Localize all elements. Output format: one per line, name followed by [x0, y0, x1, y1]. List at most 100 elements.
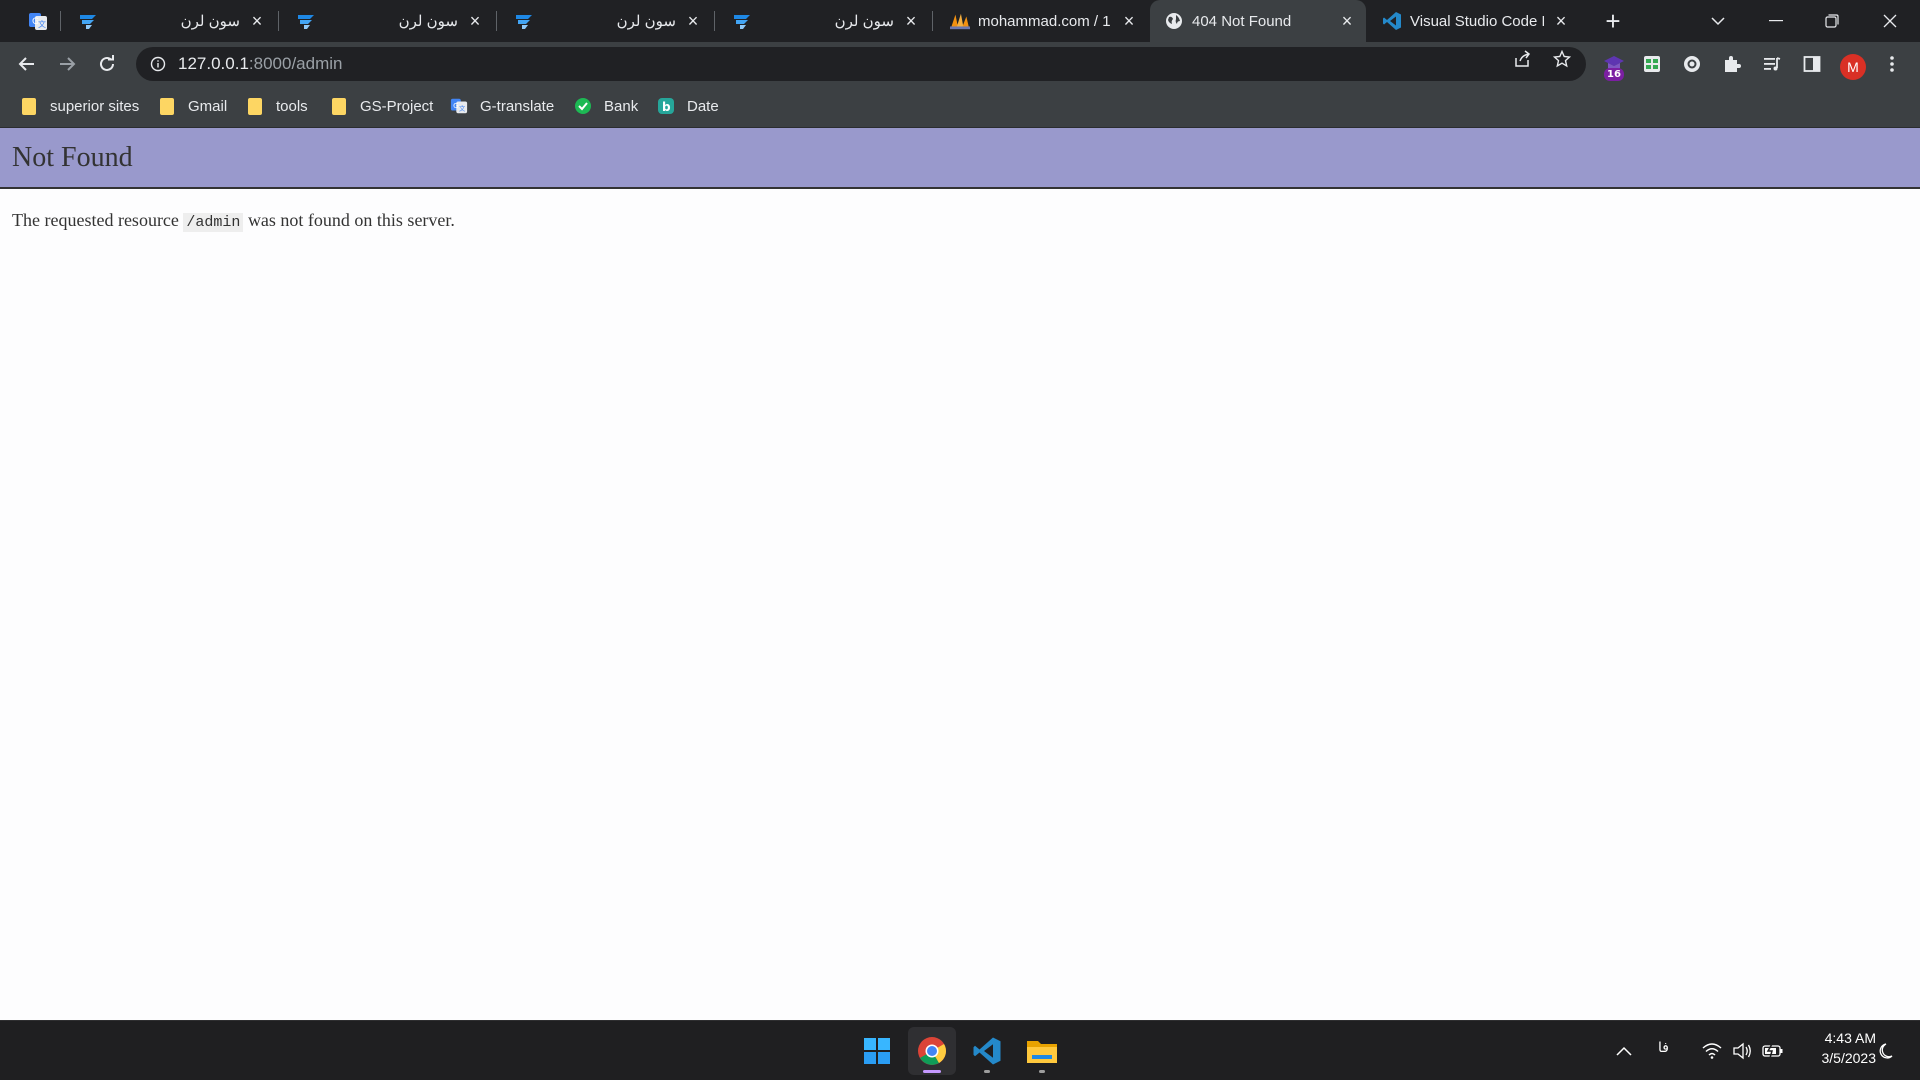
chrome-menu-button[interactable]	[1880, 52, 1904, 76]
extension-badge: 16	[1604, 68, 1624, 81]
info-icon[interactable]	[148, 54, 168, 74]
clock-time: 4:43 AM	[1824, 1030, 1876, 1046]
reload-button[interactable]	[91, 48, 123, 80]
close-icon[interactable]: ×	[1552, 11, 1570, 31]
tab-search-button[interactable]	[1690, 0, 1746, 42]
minimize-icon	[1769, 20, 1783, 22]
taskbar-chrome[interactable]	[908, 1027, 956, 1075]
tab-title: mohammad.com / 1	[978, 12, 1111, 30]
bookmark-star-button[interactable]	[1552, 49, 1572, 69]
reload-icon	[100, 55, 114, 71]
taskbar	[0, 1020, 1920, 1080]
media-controls-button[interactable]	[1760, 52, 1784, 76]
folder-icon	[246, 97, 264, 115]
chrome-icon	[918, 1037, 946, 1065]
minimize-button[interactable]	[1748, 0, 1804, 42]
sevenlearn-icon	[732, 11, 752, 31]
volume-button[interactable]	[1730, 1039, 1754, 1063]
tab-sevenlearn-2[interactable]: سون لرن ×	[282, 0, 494, 42]
system-clock[interactable]: 4:43 AM 3/5/2023	[1798, 1028, 1877, 1068]
browser-toolbar: 127.0.0.1:8000/admin	[0, 42, 1920, 86]
bookmark-label: superior sites	[50, 97, 140, 115]
error-message: The requested resource /admin was not fo…	[12, 210, 455, 232]
extension-circle[interactable]	[1680, 52, 1704, 76]
folder-icon	[330, 97, 348, 115]
share-button[interactable]	[1512, 49, 1532, 69]
bookmark-label: tools	[276, 97, 308, 115]
wifi-button[interactable]	[1700, 1039, 1724, 1063]
bookmark-bank[interactable]: Bank	[574, 86, 638, 126]
tab-strip: G文 سون لرن × سون لرن × سون لرن × سون لرن…	[0, 0, 1920, 42]
start-button[interactable]	[853, 1027, 901, 1075]
svg-text:文: 文	[38, 19, 46, 29]
show-hidden-icons-button[interactable]	[1612, 1039, 1636, 1063]
windows-start-icon	[864, 1038, 890, 1064]
extension-sheets[interactable]	[1640, 52, 1664, 76]
bookmark-g-translate[interactable]: G文 G-translate	[450, 86, 554, 126]
side-panel-icon	[1803, 56, 1821, 72]
forward-button[interactable]	[51, 48, 83, 80]
folder-icon	[20, 97, 38, 115]
bookmark-date[interactable]: b Date	[657, 86, 719, 126]
profile-avatar[interactable]: M	[1840, 54, 1866, 80]
tab-title: سون لرن	[834, 13, 894, 30]
tab-404-not-found[interactable]: 404 Not Found ×	[1150, 0, 1366, 42]
bookmark-label: GS-Project	[360, 97, 434, 115]
close-icon[interactable]: ×	[248, 11, 266, 31]
side-panel-button[interactable]	[1800, 52, 1824, 76]
bookmark-superior-sites[interactable]: superior sites	[20, 86, 139, 126]
sevenlearn-icon	[296, 11, 316, 31]
clock-date: 3/5/2023	[1821, 1050, 1877, 1066]
svg-text:G: G	[453, 101, 459, 110]
tab-sevenlearn-1[interactable]: سون لرن ×	[64, 0, 276, 42]
tab-sevenlearn-4[interactable]: سون لرن ×	[718, 0, 930, 42]
bookmark-gmail[interactable]: Gmail	[158, 86, 227, 126]
close-icon[interactable]: ×	[1338, 11, 1356, 31]
tab-title: سون لرن	[180, 13, 240, 30]
close-icon[interactable]: ×	[902, 11, 920, 31]
close-icon[interactable]: ×	[684, 11, 702, 31]
notification-button[interactable]	[1876, 1039, 1900, 1063]
page-header: Not Found	[0, 128, 1920, 189]
chevron-down-icon	[1711, 17, 1725, 26]
bookmark-tools[interactable]: tools	[246, 86, 308, 126]
bookmark-label: Gmail	[188, 97, 228, 115]
address-bar[interactable]: 127.0.0.1:8000/admin	[136, 47, 1586, 81]
restore-button[interactable]	[1804, 0, 1860, 42]
tab-phpmyadmin[interactable]: mohammad.com / 1 ×	[936, 0, 1148, 42]
battery-charging-icon	[1762, 1044, 1783, 1058]
resource-path: /admin	[183, 213, 244, 232]
close-icon[interactable]: ×	[1120, 11, 1138, 31]
arrow-left-icon	[18, 57, 34, 71]
puzzle-icon	[1725, 56, 1741, 72]
bookmark-gs-project[interactable]: GS-Project	[330, 86, 433, 126]
svg-text:b: b	[662, 100, 671, 114]
new-tab-button[interactable]: +	[1598, 6, 1628, 36]
circle-extension-icon	[1684, 56, 1700, 72]
svg-text:文: 文	[459, 104, 466, 113]
google-translate-icon: G文	[450, 97, 468, 115]
speaker-icon	[1733, 1042, 1751, 1060]
back-button[interactable]	[11, 48, 43, 80]
bookmarks-bar: superior sites Gmail tools GS-Project G文…	[0, 86, 1920, 128]
extensions-button[interactable]	[1720, 52, 1744, 76]
folder-icon	[158, 97, 176, 115]
taskbar-file-explorer[interactable]	[1018, 1027, 1066, 1075]
arrow-right-icon	[60, 57, 76, 71]
tab-sevenlearn-3[interactable]: سون لرن ×	[500, 0, 712, 42]
tab-title: 404 Not Found	[1192, 12, 1292, 30]
battery-button[interactable]	[1761, 1039, 1785, 1063]
close-window-button[interactable]	[1862, 0, 1918, 42]
phpmyadmin-icon	[950, 11, 970, 31]
sevenlearn-icon	[78, 11, 98, 31]
tab-vscode[interactable]: Visual Studio Code K ×	[1368, 0, 1580, 42]
tab-google-translate[interactable]: G文	[14, 0, 58, 42]
url-text[interactable]: 127.0.0.1:8000/admin	[178, 54, 342, 74]
input-language-indicator[interactable]: فا	[1658, 1040, 1669, 1056]
taskbar-vscode[interactable]	[963, 1027, 1011, 1075]
moon-icon	[1879, 1043, 1893, 1059]
close-icon[interactable]: ×	[466, 11, 484, 31]
playlist-icon	[1764, 57, 1781, 71]
vscode-icon	[973, 1037, 1001, 1065]
bookmark-label: Date	[687, 97, 719, 115]
